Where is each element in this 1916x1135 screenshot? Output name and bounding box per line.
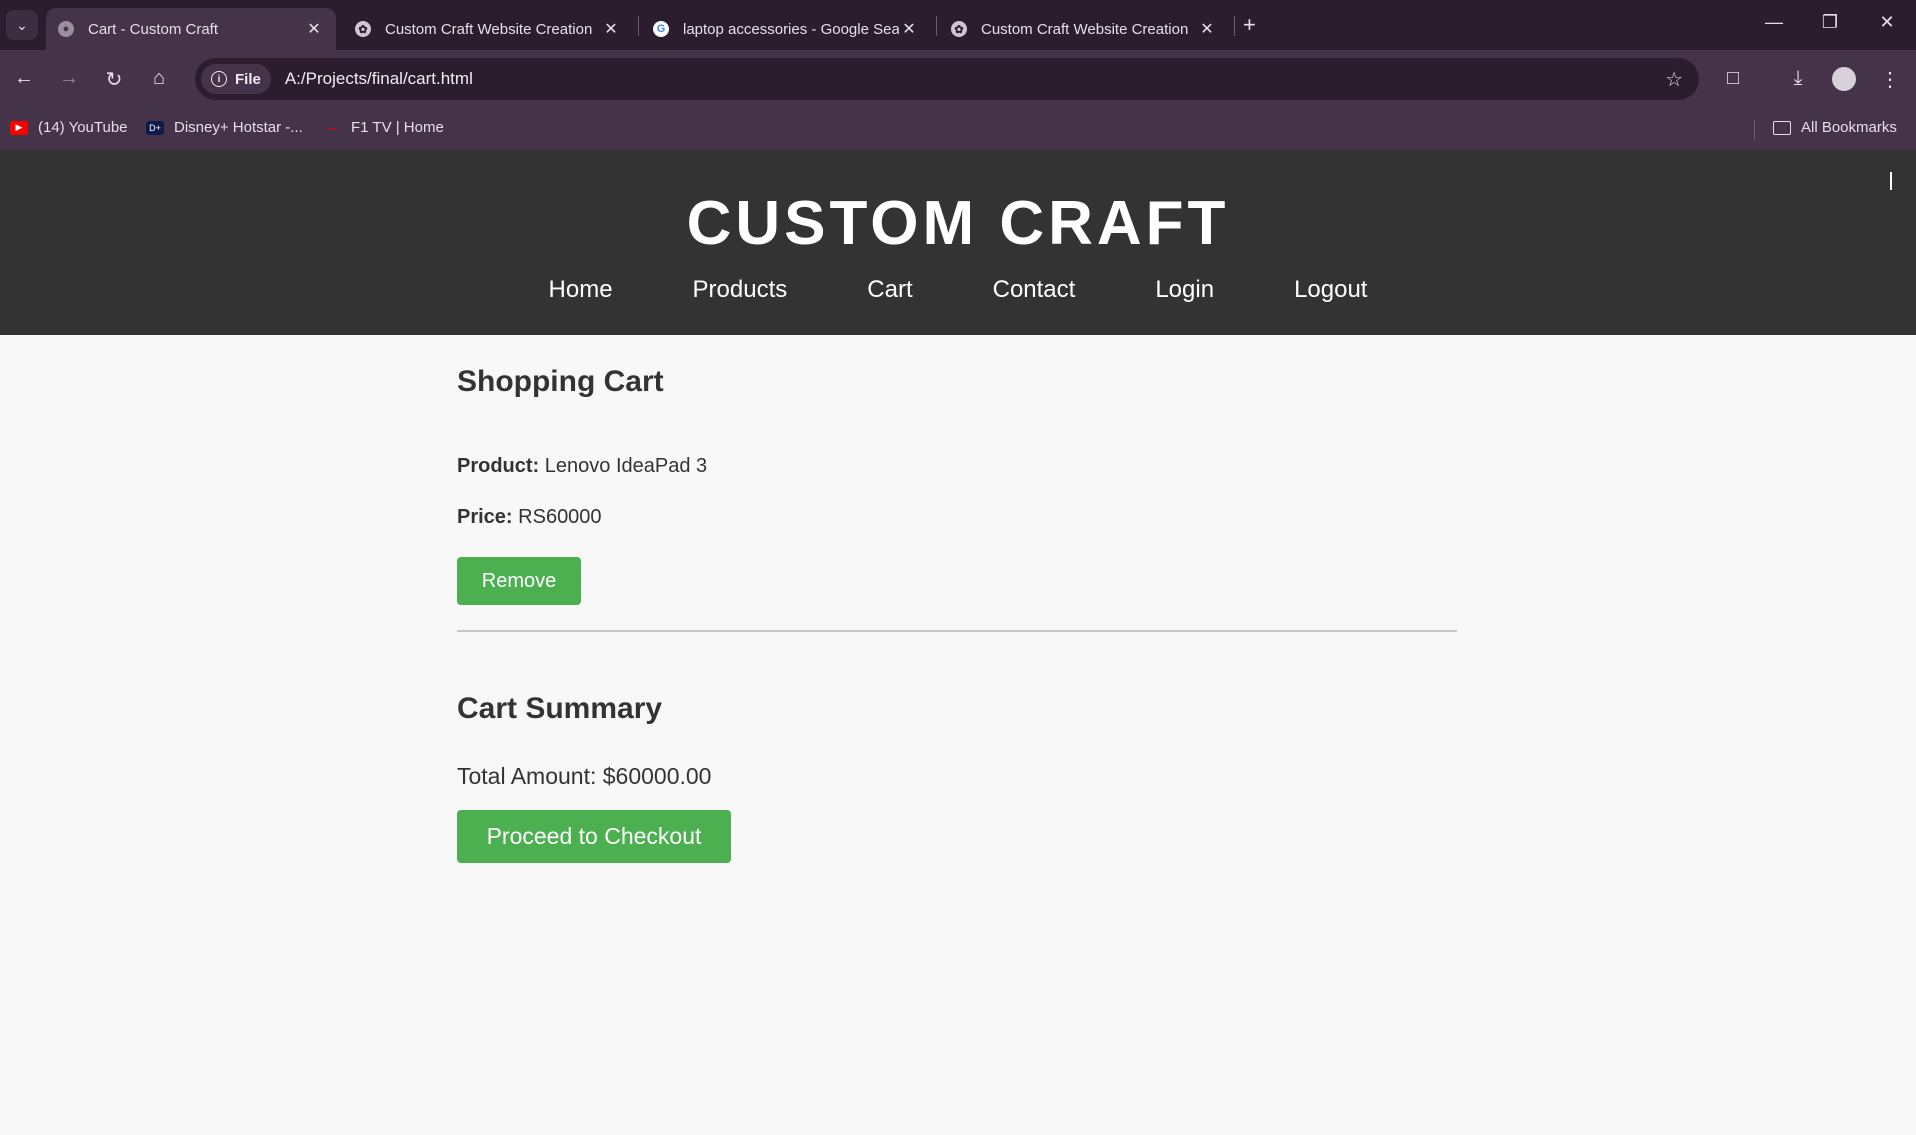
nav-logout[interactable]: Logout	[1294, 276, 1367, 304]
extensions-button[interactable]: □	[1719, 67, 1747, 90]
summary-heading: Cart Summary	[457, 692, 663, 725]
bookmark-star-icon[interactable]: ☆	[1665, 67, 1683, 92]
back-button[interactable]: ←	[10, 67, 38, 90]
nav-login[interactable]: Login	[1155, 276, 1214, 304]
tab-cart[interactable]: ● Cart - Custom Craft ✕	[46, 8, 336, 50]
tab-search-button[interactable]: ⌄	[6, 10, 38, 40]
close-icon: ✕	[1879, 12, 1895, 32]
nav-cart[interactable]: Cart	[867, 276, 912, 304]
product-label: Product:	[457, 455, 540, 477]
site-info-chip[interactable]: i File	[201, 64, 271, 94]
home-button[interactable]: ⌂	[145, 67, 173, 90]
all-bookmarks-label: All Bookmarks	[1801, 119, 1897, 136]
price-label: Price:	[457, 506, 513, 528]
info-icon: i	[211, 71, 227, 87]
hotstar-icon: D+	[146, 120, 164, 135]
minimize-button[interactable]: —	[1759, 12, 1789, 33]
nav-products[interactable]: Products	[693, 276, 788, 304]
home-icon: ⌂	[152, 67, 166, 89]
close-icon[interactable]: ✕	[304, 19, 324, 39]
bookmark-hotstar[interactable]: D+ Disney+ Hotstar -...	[146, 119, 303, 136]
close-icon[interactable]: ✕	[1197, 19, 1217, 39]
forward-button[interactable]: →	[55, 67, 83, 90]
all-bookmarks-button[interactable]: All Bookmarks	[1773, 119, 1897, 136]
cart-item-product: Product: Lenovo IdeaPad 3	[457, 455, 707, 478]
nav-home[interactable]: Home	[549, 276, 613, 304]
new-tab-button[interactable]: +	[1243, 12, 1256, 38]
browser-toolbar: ← → ↻ ⌂ i File A:/Projects/final/cart.ht…	[0, 50, 1916, 108]
youtube-icon: ▶	[10, 120, 28, 135]
avatar	[1832, 67, 1856, 91]
tab-title: Custom Craft Website Creation	[981, 20, 1189, 38]
remove-button[interactable]: Remove	[457, 557, 581, 605]
restore-button[interactable]: ❐	[1815, 12, 1845, 33]
cart-item-price: Price: RS60000	[457, 506, 602, 529]
browser-tab-bar: ⌄ ● Cart - Custom Craft ✕ ✿ Custom Craft…	[0, 0, 1916, 50]
tab-google-search[interactable]: G laptop accessories - Google Sea ✕	[641, 8, 931, 50]
bookmark-label: (14) YouTube	[38, 119, 128, 136]
site-header: CUSTOM CRAFT Home Products Cart Contact …	[0, 150, 1916, 335]
bookmark-label: Disney+ Hotstar -...	[174, 119, 303, 136]
download-icon: ⤓	[1793, 67, 1803, 89]
chevron-down-icon: ⌄	[16, 16, 28, 33]
bookmark-label: F1 TV | Home	[351, 119, 444, 136]
checkout-button[interactable]: Proceed to Checkout	[457, 810, 731, 863]
price-value: RS60000	[518, 506, 602, 528]
reload-button[interactable]: ↻	[100, 67, 128, 92]
close-window-button[interactable]: ✕	[1872, 12, 1902, 33]
bookmark-f1tv[interactable]: ─ F1 TV | Home	[323, 119, 444, 136]
main-nav: Home Products Cart Contact Login Logout	[0, 276, 1916, 304]
tab-separator	[1234, 16, 1235, 36]
chatgpt-icon: ✿	[951, 21, 967, 37]
bookmarks-bar: ▶ (14) YouTube D+ Disney+ Hotstar -... ─…	[0, 108, 1916, 150]
minimize-icon: —	[1765, 12, 1783, 32]
url-text[interactable]: A:/Projects/final/cart.html	[285, 69, 1665, 89]
tab-separator	[638, 16, 639, 36]
file-label: File	[235, 70, 261, 88]
folder-icon	[1773, 120, 1791, 135]
arrow-right-icon: →	[59, 67, 79, 89]
tab-title: Custom Craft Website Creation	[385, 20, 593, 38]
menu-button[interactable]: ⋮	[1876, 67, 1904, 92]
close-icon[interactable]: ✕	[601, 19, 621, 39]
product-value: Lenovo IdeaPad 3	[544, 455, 708, 477]
text-cursor	[1890, 172, 1892, 190]
cart-heading: Shopping Cart	[457, 365, 664, 398]
kebab-menu-icon: ⋮	[1880, 69, 1900, 91]
downloads-button[interactable]: ⤓	[1784, 67, 1812, 90]
bookmarks-separator	[1754, 120, 1755, 140]
tab-title: Cart - Custom Craft	[88, 20, 219, 38]
arrow-left-icon: ←	[14, 67, 34, 89]
total-amount: Total Amount: $60000.00	[457, 763, 712, 789]
google-icon: G	[653, 21, 669, 37]
site-title: CUSTOM CRAFT	[686, 189, 1230, 258]
bookmark-youtube[interactable]: ▶ (14) YouTube	[10, 119, 128, 136]
tab-custom-craft-2[interactable]: ✿ Custom Craft Website Creation ✕	[939, 8, 1229, 50]
address-bar[interactable]: i File A:/Projects/final/cart.html ☆	[195, 58, 1699, 100]
tab-custom-craft-1[interactable]: ✿ Custom Craft Website Creation ✕	[343, 8, 633, 50]
globe-icon: ●	[58, 21, 74, 37]
chatgpt-icon: ✿	[355, 21, 371, 37]
divider	[457, 630, 1457, 632]
profile-button[interactable]	[1830, 67, 1858, 97]
nav-contact[interactable]: Contact	[993, 276, 1076, 304]
reload-icon: ↻	[105, 69, 123, 91]
f1-icon: ─	[327, 119, 337, 136]
restore-icon: ❐	[1821, 12, 1839, 32]
close-icon[interactable]: ✕	[899, 19, 919, 39]
plus-icon: +	[1243, 12, 1256, 37]
tab-title: laptop accessories - Google Sea	[683, 20, 899, 38]
tab-separator	[936, 16, 937, 36]
puzzle-icon: □	[1726, 67, 1740, 89]
